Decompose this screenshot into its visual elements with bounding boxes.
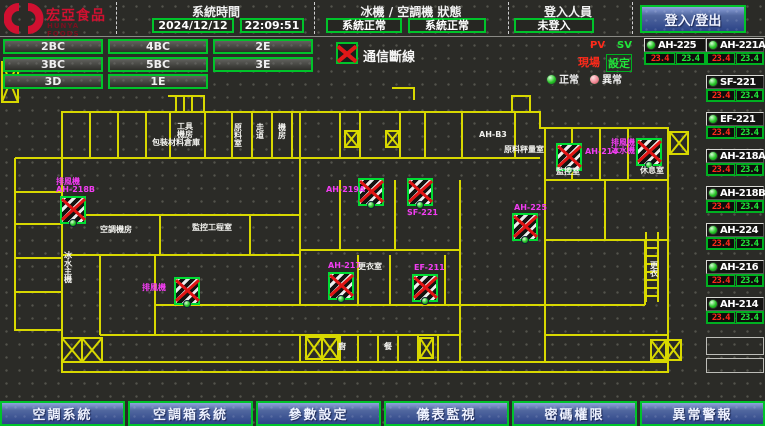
room-label: 廚 [338, 343, 346, 351]
comm-fault-unit[interactable] [512, 213, 538, 241]
floorplan: 排風機 AH-218BAH-219ASF-221AH-214排風機 冰水機AH-… [0, 0, 765, 426]
unit-tag-label: AH-219A [326, 186, 365, 194]
unit-tag-label: 排風機 冰水機 [611, 139, 635, 155]
room-label: 原料秤量室 [504, 146, 544, 154]
comm-fault-unit[interactable] [407, 178, 433, 206]
comm-fault-unit[interactable] [636, 138, 662, 166]
room-label: 原 料 室 [234, 124, 242, 148]
comm-fault-unit[interactable] [60, 196, 86, 224]
nav-button-1[interactable]: 空調系統 [0, 401, 125, 426]
mini-led-icon [183, 300, 191, 308]
unit-tag-label: 排風機 [142, 284, 166, 292]
unit-tag-label: 排風機 AH-218B [56, 178, 95, 194]
mini-led-icon [337, 295, 345, 303]
comm-fault-unit[interactable] [174, 277, 200, 305]
room-label: 餐 [384, 343, 392, 351]
room-label: 冰 水 主 機 [64, 252, 72, 284]
room-label: 空調機房 [100, 226, 132, 234]
comm-fault-unit[interactable] [328, 272, 354, 300]
mini-led-icon [367, 201, 375, 209]
mini-led-icon [69, 219, 77, 227]
nav-button-4[interactable]: 儀表監視 [384, 401, 509, 426]
room-label: 包裝材料倉庫 [152, 139, 200, 147]
room-label: 監控室 [556, 168, 580, 176]
nav-button-2[interactable]: 空調箱系統 [128, 401, 253, 426]
nav-button-3[interactable]: 參數設定 [256, 401, 381, 426]
comm-fault-unit[interactable] [412, 274, 438, 302]
mini-led-icon [521, 236, 529, 244]
room-label: AH-B3 [479, 131, 507, 139]
room-label: 監控工程室 [192, 224, 232, 232]
nav-button-6[interactable]: 異常警報 [640, 401, 765, 426]
room-label: 機 房 [278, 124, 286, 140]
room-label: 休息室 [640, 167, 664, 175]
footer-nav: 空調系統空調箱系統參數設定儀表監視密碼權限異常警報 [0, 401, 765, 426]
unit-tag-label: AH-217 [328, 262, 361, 270]
unit-tag-label: SF-221 [407, 209, 438, 217]
hmi-screen: 宏亞食品 HUNYA FOODS 系統時間 2024/12/12 22:09:5… [0, 0, 765, 426]
unit-tag-label: AH-225 [514, 204, 547, 212]
unit-tag-label: EF-211 [414, 264, 445, 272]
room-label: 更 衣 [650, 262, 658, 278]
room-label: 工具 機房 [177, 123, 193, 139]
nav-button-5[interactable]: 密碼權限 [512, 401, 637, 426]
mini-led-icon [421, 297, 429, 305]
room-label: 走 道 [256, 124, 264, 140]
room-label: 更衣室 [358, 263, 382, 271]
